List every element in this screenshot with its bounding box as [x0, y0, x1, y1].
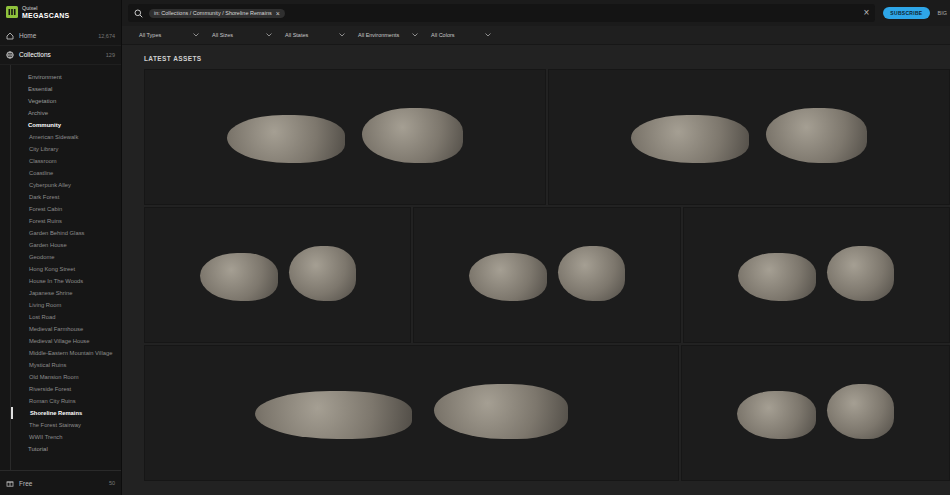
chevron-down-icon — [339, 33, 345, 37]
logo-icon — [6, 6, 18, 18]
asset-photo — [185, 238, 371, 312]
asset-tile[interactable] — [548, 69, 950, 205]
asset-tile[interactable] — [413, 207, 680, 343]
search-field[interactable]: in: Collections / Community / Shoreline … — [128, 4, 875, 22]
asset-photo — [723, 238, 909, 312]
category-item[interactable]: Essential — [21, 83, 121, 95]
filter-dropdown[interactable]: All Colors — [428, 30, 494, 40]
asset-row — [144, 69, 950, 205]
collection-item[interactable]: Old Mansion Room — [11, 371, 121, 383]
chevron-down-icon — [412, 33, 418, 37]
category-item[interactable]: Tutorial — [21, 443, 121, 455]
globe-icon — [6, 51, 14, 59]
clear-search-button[interactable]: × — [864, 8, 870, 18]
asset-photo — [225, 376, 598, 450]
chevron-down-icon — [485, 33, 491, 37]
collection-item[interactable]: Geodome — [11, 251, 121, 263]
collection-item[interactable]: Garden House — [11, 239, 121, 251]
asset-photo — [454, 238, 640, 312]
collection-tree: EnvironmentEssentialVegetationArchiveCom… — [10, 65, 121, 471]
collection-item[interactable]: Garden Behind Glass — [11, 227, 121, 239]
search-chip: in: Collections / Community / Shoreline … — [149, 9, 285, 18]
filter-dropdown[interactable]: All Types — [136, 30, 202, 40]
search-icon — [134, 9, 143, 18]
collection-item[interactable]: Roman City Ruins — [11, 395, 121, 407]
collection-item[interactable]: The Forest Stairway — [11, 419, 121, 431]
collection-item[interactable]: Riverside Forest — [11, 383, 121, 395]
chip-close-button[interactable]: × — [276, 10, 280, 17]
home-icon — [6, 32, 14, 40]
asset-photo — [205, 100, 485, 174]
logo[interactable]: QuixelMEGASCANS — [0, 0, 121, 27]
asset-photo — [609, 100, 889, 174]
chevron-down-icon — [193, 33, 199, 37]
sidebar: QuixelMEGASCANSHome12,674Collections129E… — [0, 0, 122, 495]
asset-photo — [722, 376, 909, 450]
nav: Home12,674Collections129 — [0, 27, 121, 65]
chevron-down-icon — [266, 33, 272, 37]
collection-item[interactable]: Living Room — [11, 299, 121, 311]
collection-item[interactable]: City Library — [11, 143, 121, 155]
main-panel: in: Collections / Community / Shoreline … — [122, 0, 950, 495]
top-bar: in: Collections / Community / Shoreline … — [122, 0, 950, 26]
collection-item[interactable]: Middle-Eastern Mountain Village — [11, 347, 121, 359]
category-item[interactable]: Archive — [21, 107, 121, 119]
category-item[interactable]: Community — [21, 119, 121, 131]
logo-brand: Quixel — [22, 6, 69, 12]
collection-item[interactable]: Medieval Village House — [11, 335, 121, 347]
subscribe-button[interactable]: SUBSCRIBE — [883, 7, 929, 19]
category-item[interactable]: Vegetation — [21, 95, 121, 107]
section-title: LATEST ASSETS — [144, 45, 950, 69]
asset-tile[interactable] — [681, 345, 950, 481]
asset-tile[interactable] — [144, 69, 546, 205]
collection-item[interactable]: Japanese Shrine — [11, 287, 121, 299]
asset-tile[interactable] — [144, 345, 679, 481]
app: QuixelMEGASCANSHome12,674Collections129E… — [0, 0, 950, 495]
filter-dropdown[interactable]: All States — [282, 30, 348, 40]
collection-item[interactable]: House In The Woods — [11, 275, 121, 287]
collection-item[interactable]: Mystical Ruins — [11, 359, 121, 371]
collection-item[interactable]: Classroom — [11, 155, 121, 167]
user-name[interactable]: BIG — [938, 10, 950, 16]
collection-item[interactable]: American Sidewalk — [11, 131, 121, 143]
filter-bar: All Types All Sizes All States All Environm… — [122, 26, 950, 45]
free-item[interactable]: Free50 — [0, 470, 121, 495]
logo-product: MEGASCANS — [22, 12, 69, 19]
gift-icon — [6, 479, 14, 487]
filter-dropdown[interactable]: All Sizes — [209, 30, 275, 40]
filter-dropdown[interactable]: All Environments — [355, 30, 421, 40]
collection-item[interactable]: Coastline — [11, 167, 121, 179]
collection-item[interactable]: Lost Road — [11, 311, 121, 323]
collection-item[interactable]: Shoreline Remains — [11, 407, 121, 419]
nav-item[interactable]: Collections129 — [0, 46, 121, 65]
collection-item[interactable]: Dark Forest — [11, 191, 121, 203]
nav-item[interactable]: Home12,674 — [0, 27, 121, 46]
collection-item[interactable]: Medieval Farmhouse — [11, 323, 121, 335]
collection-item[interactable]: WWII Trench — [11, 431, 121, 443]
collection-item[interactable]: Hong Kong Street — [11, 263, 121, 275]
asset-row — [144, 345, 950, 481]
category-item[interactable]: Environment — [21, 71, 121, 83]
collection-item[interactable]: Forest Cabin — [11, 203, 121, 215]
asset-row — [144, 207, 950, 343]
asset-grid — [144, 69, 950, 495]
assets-section: LATEST ASSETS — [122, 45, 950, 495]
asset-tile[interactable] — [683, 207, 950, 343]
asset-tile[interactable] — [144, 207, 411, 343]
collection-item[interactable]: Cyberpunk Alley — [11, 179, 121, 191]
collection-item[interactable]: Forest Ruins — [11, 215, 121, 227]
